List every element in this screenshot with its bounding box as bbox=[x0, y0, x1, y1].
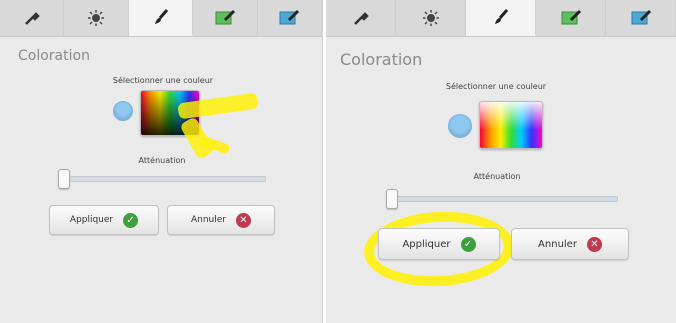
tab-tools[interactable] bbox=[326, 0, 396, 36]
cancel-button-label: Annuler bbox=[538, 238, 577, 250]
tab-brightness[interactable] bbox=[396, 0, 466, 36]
cancel-button-label: Annuler bbox=[190, 215, 226, 225]
picker-label: Sélectionner une couleur bbox=[445, 82, 547, 91]
close-icon: ✕ bbox=[236, 212, 251, 228]
left-panel: Coloration Sélectionner une couleur Atté… bbox=[0, 0, 323, 323]
wrench-icon bbox=[353, 12, 369, 25]
brush-icon bbox=[494, 9, 508, 24]
color-picker[interactable] bbox=[479, 101, 543, 149]
attenuation-slider-handle[interactable] bbox=[58, 169, 70, 189]
right-panel: Coloration Sélectionner une couleur Atté… bbox=[326, 0, 676, 323]
sun-icon bbox=[422, 10, 439, 26]
apply-button[interactable]: Appliquer ✓ bbox=[378, 228, 500, 260]
cancel-button[interactable]: Annuler ✕ bbox=[511, 228, 629, 260]
picker-label: Sélectionner une couleur bbox=[112, 76, 214, 85]
tab-edit-blue[interactable] bbox=[257, 0, 323, 36]
section-title: Coloration bbox=[340, 50, 423, 69]
apply-button-label: Appliquer bbox=[69, 215, 114, 225]
tab-coloration[interactable] bbox=[466, 0, 536, 36]
slider-label: Atténuation bbox=[138, 156, 186, 165]
close-icon: ✕ bbox=[586, 236, 602, 252]
checkmark-icon: ✓ bbox=[460, 236, 476, 252]
tab-coloration[interactable] bbox=[128, 0, 194, 36]
tab-bar bbox=[326, 0, 676, 37]
selected-color-swatch[interactable] bbox=[113, 101, 133, 121]
tab-edit-green[interactable] bbox=[193, 0, 258, 36]
tab-edit-green[interactable] bbox=[536, 0, 606, 36]
brush-icon bbox=[154, 9, 168, 24]
tab-brightness[interactable] bbox=[64, 0, 129, 36]
edit-green-icon bbox=[215, 9, 235, 25]
tab-tools[interactable] bbox=[0, 0, 65, 36]
apply-button[interactable]: Appliquer ✓ bbox=[49, 205, 159, 235]
wrench-icon bbox=[24, 12, 40, 25]
slider-label: Atténuation bbox=[473, 172, 521, 181]
tab-bar bbox=[0, 0, 323, 37]
edit-blue-icon bbox=[279, 9, 300, 25]
selected-color-swatch[interactable] bbox=[448, 114, 472, 138]
tab-edit-blue[interactable] bbox=[606, 0, 676, 36]
attenuation-slider[interactable] bbox=[58, 176, 266, 182]
edit-green-icon bbox=[561, 9, 581, 25]
attenuation-slider[interactable] bbox=[386, 196, 618, 202]
apply-button-label: Appliquer bbox=[402, 238, 451, 250]
edit-blue-icon bbox=[631, 9, 651, 25]
section-title: Coloration bbox=[18, 48, 90, 64]
attenuation-slider-handle[interactable] bbox=[386, 189, 398, 209]
checkmark-icon: ✓ bbox=[123, 212, 139, 228]
cancel-button[interactable]: Annuler ✕ bbox=[167, 205, 275, 235]
sun-icon bbox=[88, 10, 105, 26]
